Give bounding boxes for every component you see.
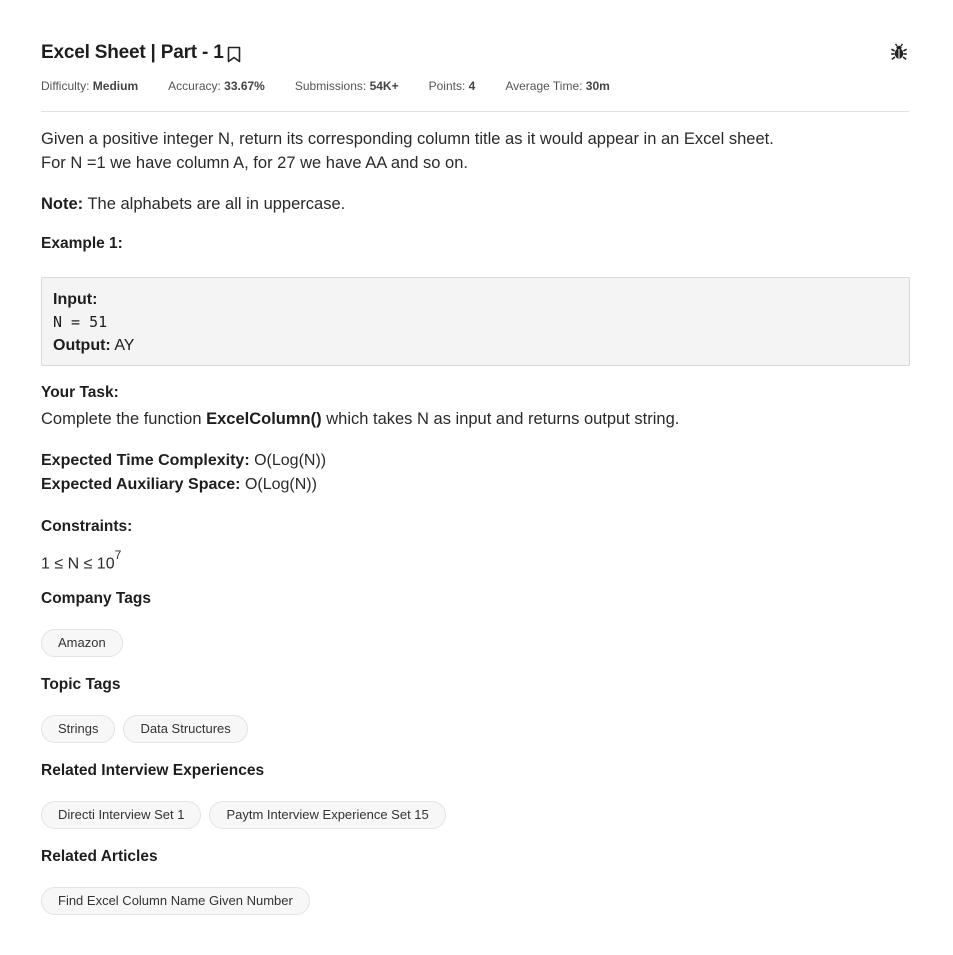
points-label: Points:: [428, 79, 469, 93]
average-time: Average Time: 30m: [505, 79, 610, 93]
company-tags-title: Company Tags: [41, 590, 151, 607]
example-box: Input: N = 51 Output: AY: [41, 277, 910, 366]
problem-meta: Difficulty: Medium Accuracy: 33.67% Subm…: [41, 78, 909, 94]
topic-tag[interactable]: Strings: [41, 715, 116, 743]
related-article-link[interactable]: Find Excel Column Name Given Number: [41, 887, 310, 915]
task-function: ExcelColumn(): [206, 410, 322, 428]
note-label: Note:: [41, 195, 84, 213]
task-text: Complete the function ExcelColumn() whic…: [41, 407, 679, 431]
interview-experience-link[interactable]: Paytm Interview Experience Set 15: [209, 801, 446, 829]
problem-statement: Given a positive integer N, return its c…: [41, 127, 909, 175]
constraint-base: 1 ≤ N ≤ 10: [41, 555, 115, 573]
submissions: Submissions: 54K+: [295, 79, 399, 93]
task-suffix: which takes N as input and returns outpu…: [321, 410, 680, 428]
bug-report-icon[interactable]: [889, 42, 909, 62]
aux-space: Expected Auxiliary Space: O(Log(N)): [41, 473, 317, 497]
submissions-label: Submissions:: [294, 79, 370, 93]
difficulty-label: Difficulty:: [41, 79, 93, 93]
example-input-value: N = 51: [53, 313, 108, 331]
constraint-exponent: 7: [114, 548, 122, 562]
accuracy-label: Accuracy:: [168, 79, 225, 93]
task-title: Your Task:: [41, 384, 119, 401]
problem-title: Excel Sheet | Part - 1: [41, 42, 224, 63]
interview-experiences-title: Related Interview Experiences: [41, 762, 265, 779]
time-complexity-value: O(Log(N)): [249, 452, 327, 469]
difficulty-value: Medium: [92, 79, 139, 93]
aux-space-label: Expected Auxiliary Space:: [41, 476, 241, 493]
points: Points: 4: [429, 79, 476, 93]
description-line-1: Given a positive integer N, return its c…: [41, 130, 774, 148]
constraints-title: Constraints:: [41, 518, 133, 535]
topic-tags-title: Topic Tags: [41, 676, 121, 693]
constraint: 1 ≤ N ≤ 107: [41, 546, 121, 576]
accuracy: Accuracy: 33.67%: [168, 79, 265, 93]
average-time-label: Average Time:: [505, 79, 586, 93]
interview-experiences: Directi Interview Set 1 Paytm Interview …: [41, 801, 446, 829]
related-articles-title: Related Articles: [41, 848, 158, 865]
note: Note: The alphabets are all in uppercase…: [41, 192, 345, 216]
task-prefix: Complete the function: [41, 410, 207, 428]
example-title: Example 1:: [41, 235, 123, 252]
example-input-label: Input:: [53, 291, 98, 308]
interview-experience-link[interactable]: Directi Interview Set 1: [41, 801, 202, 829]
submissions-value: 54K+: [369, 79, 399, 93]
related-articles: Find Excel Column Name Given Number: [41, 887, 310, 915]
company-tag[interactable]: Amazon: [41, 629, 123, 657]
time-complexity-label: Expected Time Complexity:: [41, 452, 250, 469]
bookmark-icon[interactable]: [227, 46, 241, 63]
company-tags: Amazon: [41, 629, 123, 657]
problem-header: Excel Sheet | Part - 1 Difficulty: Mediu…: [41, 40, 909, 112]
difficulty: Difficulty: Medium: [41, 79, 138, 93]
aux-space-value: O(Log(N)): [240, 476, 317, 493]
header-divider: [41, 111, 909, 112]
note-text: The alphabets are all in uppercase.: [83, 195, 346, 213]
average-time-value: 30m: [585, 79, 610, 93]
example-output-label: Output:: [53, 337, 111, 354]
example-output-value: AY: [110, 337, 135, 354]
accuracy-value: 33.67%: [224, 79, 265, 93]
title-row: Excel Sheet | Part - 1: [41, 40, 909, 66]
description-line-2: For N =1 we have column A, for 27 we hav…: [41, 154, 468, 172]
points-value: 4: [468, 79, 476, 93]
example-output: Output: AY: [53, 334, 898, 357]
time-complexity: Expected Time Complexity: O(Log(N)): [41, 449, 326, 473]
topic-tag[interactable]: Data Structures: [123, 715, 248, 743]
topic-tags: Strings Data Structures: [41, 715, 248, 743]
